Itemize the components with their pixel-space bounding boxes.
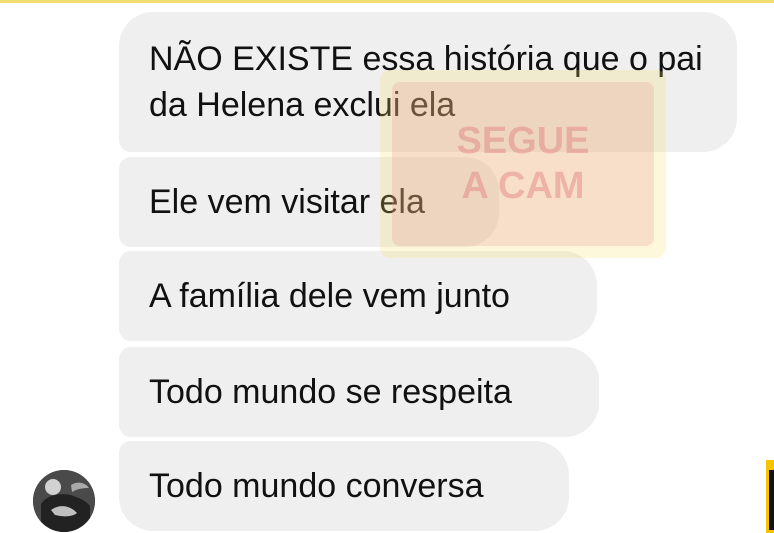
chat-thread: NÃO EXISTE essa história que o pai da He… — [0, 0, 774, 533]
message-text-1: NÃO EXISTE essa história que o pai da He… — [149, 40, 703, 124]
message-bubble-3: A família dele vem junto — [119, 251, 597, 341]
message-bubble-1: NÃO EXISTE essa história que o pai da He… — [119, 12, 737, 152]
message-text-2: Ele vem visitar ela — [149, 183, 425, 221]
message-text-5: Todo mundo conversa — [149, 467, 484, 505]
right-edge-dark-marker — [769, 470, 774, 530]
message-text-3: A família dele vem junto — [149, 277, 510, 315]
message-text-4: Todo mundo se respeita — [149, 373, 512, 411]
message-bubble-4: Todo mundo se respeita — [119, 347, 599, 437]
user-avatar[interactable] — [33, 470, 95, 532]
message-bubble-2: Ele vem visitar ela — [119, 157, 499, 247]
message-bubble-5: Todo mundo conversa — [119, 441, 569, 531]
user-photo-avatar-icon — [33, 470, 95, 532]
